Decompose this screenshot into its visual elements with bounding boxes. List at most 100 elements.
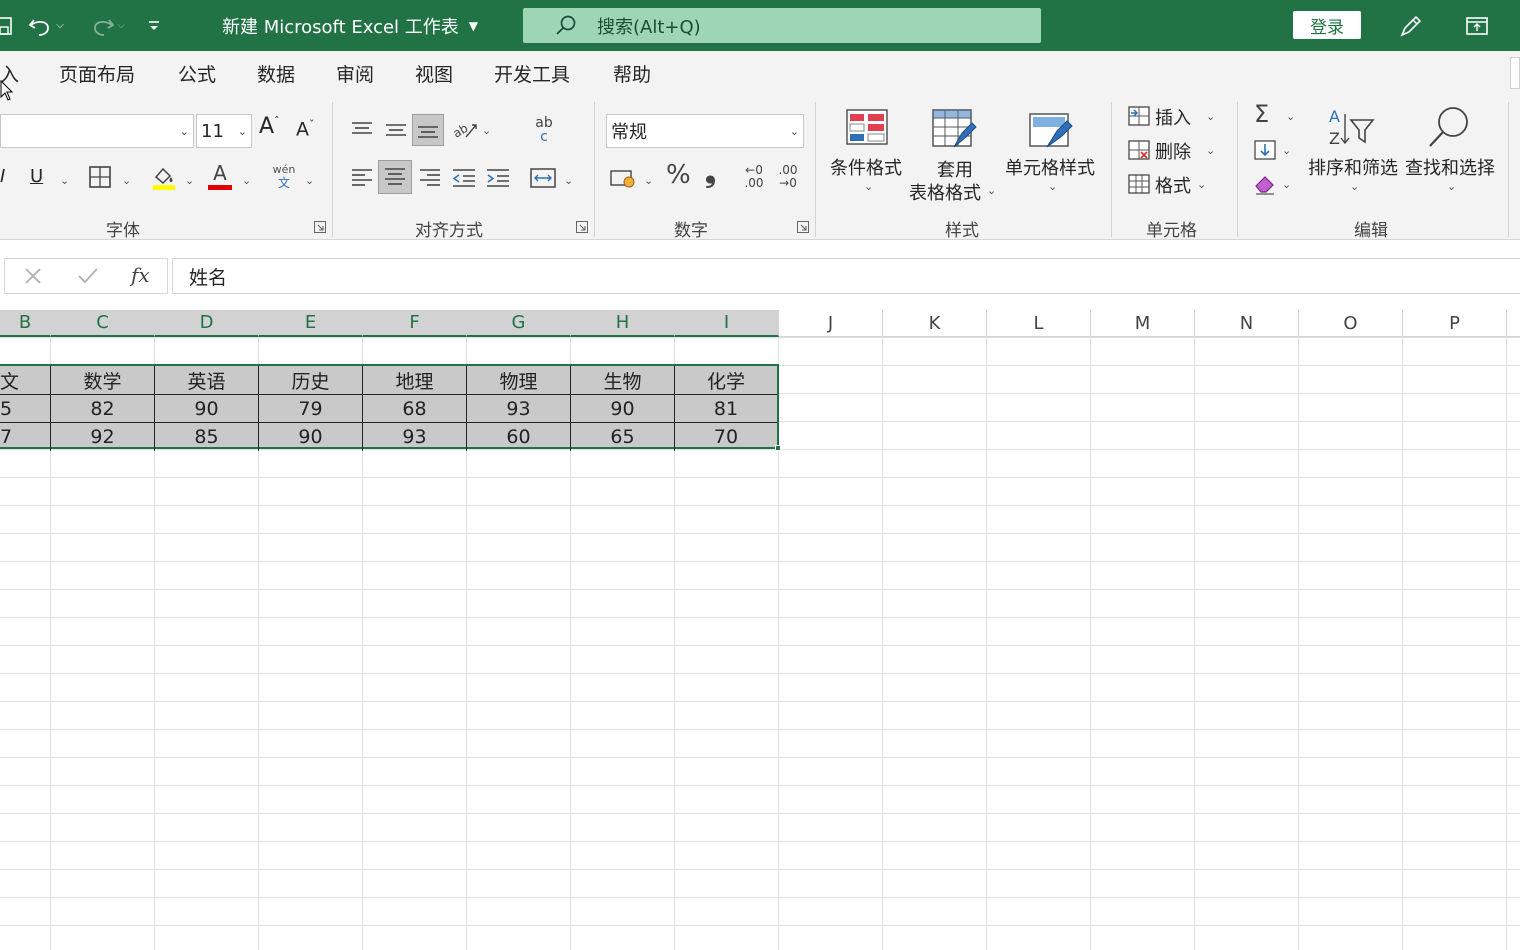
- table-cell[interactable]: 物理: [467, 366, 571, 394]
- table-cell[interactable]: 93: [363, 423, 467, 451]
- delete-cells-icon[interactable]: [1126, 138, 1152, 162]
- align-left-icon[interactable]: [348, 164, 376, 192]
- chevron-down-icon[interactable]: ⌄: [1048, 180, 1057, 193]
- column-header[interactable]: C: [51, 310, 155, 337]
- orientation-icon[interactable]: ab: [450, 116, 480, 144]
- table-cell[interactable]: 5: [0, 395, 51, 423]
- delete-cells-label[interactable]: 删除: [1155, 138, 1191, 164]
- document-title[interactable]: 新建 Microsoft Excel 工作表 ▼: [222, 0, 478, 51]
- format-cells-label[interactable]: 格式: [1155, 172, 1191, 198]
- increase-indent-icon[interactable]: [484, 164, 512, 192]
- decrease-decimal-icon[interactable]: .00 →0: [774, 162, 802, 192]
- table-cell[interactable]: 68: [363, 395, 467, 423]
- column-header[interactable]: P: [1403, 310, 1507, 337]
- chevron-down-icon[interactable]: ⌄: [305, 174, 314, 187]
- align-top-icon[interactable]: [348, 116, 376, 144]
- underline-icon[interactable]: U: [30, 166, 43, 187]
- selected-range[interactable]: 文 数学 英语 历史 地理 物理 生物 化学 5 82 90 79 68 93 …: [0, 364, 779, 451]
- insert-cells-icon[interactable]: [1126, 104, 1152, 128]
- align-right-icon[interactable]: [416, 164, 444, 192]
- chevron-down-icon[interactable]: ⌄: [987, 184, 996, 197]
- font-color-icon[interactable]: A: [206, 160, 234, 192]
- tab-formulas[interactable]: 公式: [178, 51, 216, 96]
- column-header[interactable]: D: [155, 310, 259, 337]
- table-cell[interactable]: 85: [155, 423, 259, 451]
- table-cell[interactable]: 生物: [571, 366, 675, 394]
- tab-review[interactable]: 审阅: [336, 51, 374, 96]
- redo-icon[interactable]: ⌵: [84, 0, 130, 51]
- tab-help[interactable]: 帮助: [613, 51, 651, 96]
- ribbon-display-icon[interactable]: [1464, 0, 1490, 51]
- table-cell[interactable]: 英语: [155, 366, 259, 394]
- chevron-down-icon[interactable]: ⌄: [1206, 110, 1215, 123]
- tab-developer[interactable]: 开发工具: [494, 51, 570, 96]
- number-format-combo[interactable]: 常规 ⌄: [606, 114, 804, 148]
- column-header[interactable]: G: [467, 310, 571, 337]
- confirm-icon[interactable]: [77, 266, 99, 290]
- chevron-down-icon[interactable]: ⌄: [60, 174, 69, 187]
- percent-icon[interactable]: %: [666, 160, 691, 190]
- chevron-down-icon[interactable]: ⌄: [864, 180, 873, 193]
- tab-data[interactable]: 数据: [257, 51, 295, 96]
- table-cell[interactable]: 90: [259, 423, 363, 451]
- undo-icon[interactable]: ⌵: [26, 0, 66, 51]
- column-header[interactable]: M: [1091, 310, 1195, 337]
- merge-center-icon[interactable]: [528, 164, 558, 192]
- increase-font-icon[interactable]: Aˆ: [259, 114, 280, 139]
- table-cell[interactable]: 60: [467, 423, 571, 451]
- chevron-down-icon[interactable]: ⌄: [1282, 144, 1291, 157]
- sort-filter-label[interactable]: 排序和筛选: [1308, 154, 1398, 180]
- column-header[interactable]: B: [0, 310, 51, 337]
- find-select-icon[interactable]: [1424, 104, 1474, 150]
- table-cell[interactable]: 82: [51, 395, 155, 423]
- chevron-down-icon[interactable]: ⌄: [564, 174, 573, 187]
- table-cell[interactable]: 81: [675, 395, 777, 423]
- chevron-down-icon[interactable]: ⌄: [1447, 180, 1456, 193]
- font-size-combo[interactable]: 11 ⌄: [196, 114, 252, 148]
- table-cell[interactable]: 92: [51, 423, 155, 451]
- table-cell[interactable]: 90: [571, 395, 675, 423]
- table-cell[interactable]: 文: [0, 366, 51, 394]
- tab-view[interactable]: 视图: [415, 51, 453, 96]
- decrease-font-icon[interactable]: Aˇ: [296, 118, 315, 140]
- column-header[interactable]: F: [363, 310, 467, 337]
- chevron-down-icon[interactable]: ⌄: [1206, 144, 1215, 157]
- chevron-down-icon[interactable]: ⌄: [1197, 178, 1206, 191]
- border-icon[interactable]: [87, 164, 113, 190]
- column-header[interactable]: I: [675, 310, 779, 337]
- column-header[interactable]: L: [987, 310, 1091, 337]
- customize-toolbar-icon[interactable]: [144, 0, 164, 51]
- tab-page-layout[interactable]: 页面布局: [59, 51, 135, 96]
- column-header[interactable]: J: [779, 310, 883, 337]
- table-cell[interactable]: 70: [675, 423, 777, 451]
- column-header[interactable]: H: [571, 310, 675, 337]
- format-as-table-icon[interactable]: [931, 108, 979, 152]
- formula-input[interactable]: 姓名: [172, 258, 1520, 294]
- chevron-down-icon[interactable]: ⌄: [482, 124, 491, 137]
- chevron-down-icon[interactable]: ⌄: [1286, 110, 1295, 123]
- table-cell[interactable]: 79: [259, 395, 363, 423]
- format-cells-icon[interactable]: [1126, 172, 1152, 196]
- chevron-down-icon[interactable]: ⌄: [185, 174, 194, 187]
- align-bottom-icon[interactable]: [412, 114, 444, 146]
- increase-decimal-icon[interactable]: ←0 .00: [740, 162, 768, 192]
- table-cell[interactable]: 地理: [363, 366, 467, 394]
- autosum-icon[interactable]: Σ: [1254, 100, 1269, 128]
- fill-color-icon[interactable]: [150, 162, 178, 192]
- table-cell[interactable]: 90: [155, 395, 259, 423]
- conditional-format-label[interactable]: 条件格式: [830, 154, 902, 180]
- table-cell[interactable]: 7: [0, 423, 51, 451]
- conditional-format-icon[interactable]: [845, 108, 889, 148]
- table-cell[interactable]: 93: [467, 395, 571, 423]
- search-box[interactable]: 搜索(Alt+Q): [523, 8, 1041, 43]
- chevron-down-icon[interactable]: ⌄: [644, 174, 653, 187]
- comma-style-icon[interactable]: ❟: [705, 156, 716, 190]
- align-center-icon[interactable]: [378, 160, 412, 194]
- font-name-combo[interactable]: ⌄: [0, 114, 194, 148]
- phonetic-icon[interactable]: wén 文: [268, 162, 300, 192]
- alignment-launcher-icon[interactable]: [576, 221, 588, 236]
- sort-filter-icon[interactable]: AZ: [1326, 106, 1378, 148]
- cell-styles-icon[interactable]: [1028, 108, 1076, 152]
- login-button[interactable]: 登录: [1293, 11, 1361, 39]
- align-middle-icon[interactable]: [382, 116, 410, 144]
